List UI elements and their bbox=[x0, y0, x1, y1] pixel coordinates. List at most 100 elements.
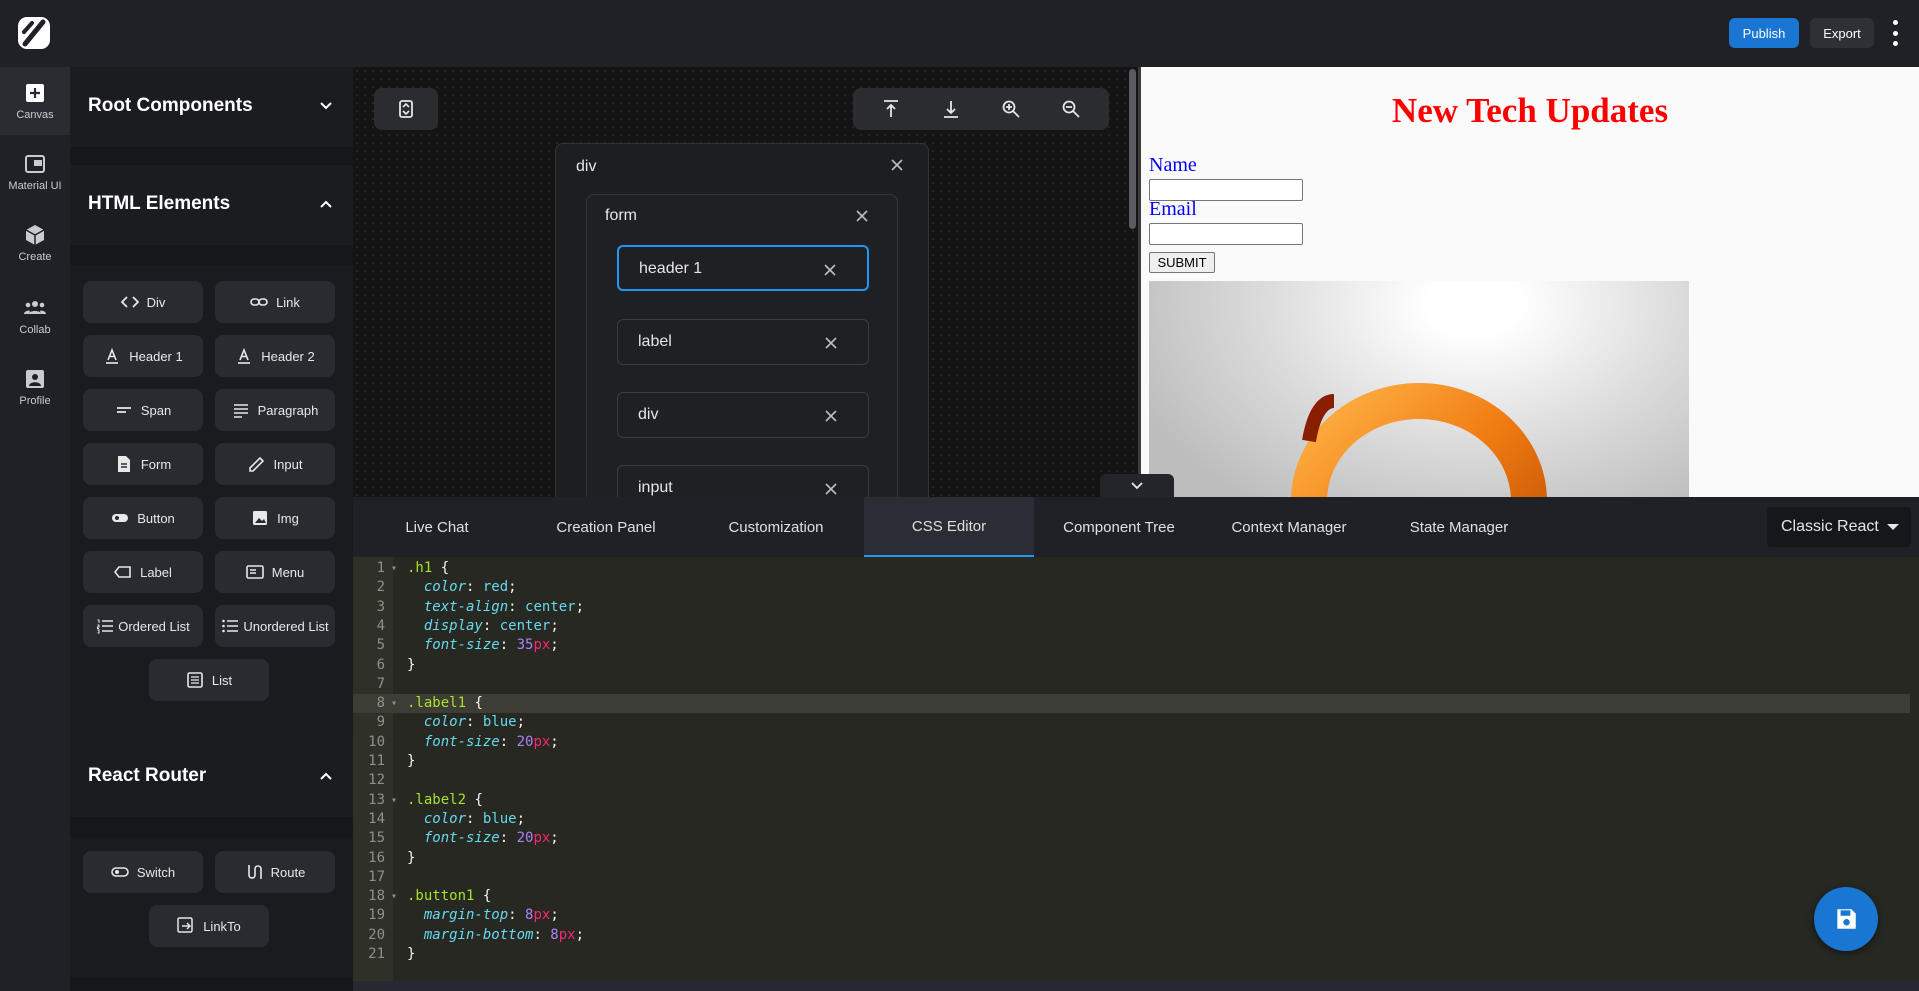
root-components-header[interactable]: Root Components bbox=[70, 67, 353, 147]
code-line[interactable]: 4 display: center; bbox=[353, 617, 1910, 636]
close-icon[interactable] bbox=[855, 209, 869, 223]
publish-button[interactable]: Publish bbox=[1729, 18, 1799, 48]
add-box-icon bbox=[26, 84, 44, 102]
unordered-list-icon bbox=[222, 619, 239, 633]
code-line[interactable]: 2 color: red; bbox=[353, 578, 1910, 597]
chevron-up-icon[interactable] bbox=[319, 197, 333, 211]
rail-item-material-ui[interactable]: Material UI bbox=[0, 138, 70, 206]
code-line[interactable]: 17 bbox=[353, 868, 1910, 887]
component-img-button[interactable]: Img bbox=[215, 497, 335, 539]
fold-toggle-icon[interactable]: ▾ bbox=[391, 559, 397, 578]
code-line[interactable]: 13 ▾ .label2 { bbox=[353, 791, 1910, 810]
tab-state-manager[interactable]: State Manager bbox=[1374, 497, 1544, 557]
rail-item-collab[interactable]: Collab bbox=[0, 282, 70, 350]
export-button[interactable]: Export bbox=[1810, 18, 1874, 48]
component-link-button[interactable]: Link bbox=[215, 281, 335, 323]
component-linkto-button[interactable]: LinkTo bbox=[149, 905, 269, 947]
component-menu-button[interactable]: Menu bbox=[215, 551, 335, 593]
code-line[interactable]: 21} bbox=[353, 945, 1910, 964]
component-header2-button[interactable]: Header 2 bbox=[215, 335, 335, 377]
canvas-area[interactable]: div form header 1 label div input bbox=[353, 67, 1138, 497]
code-line[interactable]: 1 ▾ .h1 { bbox=[353, 559, 1910, 578]
component-list-button[interactable]: List bbox=[149, 659, 269, 701]
css-code-editor[interactable]: 1 ▾ .h1 {2 color: red; 3 text-align: center… bbox=[353, 557, 1919, 981]
close-icon[interactable] bbox=[824, 409, 838, 423]
code-line[interactable]: 16} bbox=[353, 849, 1910, 868]
component-span-button[interactable]: Span bbox=[83, 389, 203, 431]
chevron-down-icon[interactable] bbox=[319, 99, 333, 113]
close-icon[interactable] bbox=[890, 158, 904, 172]
fold-toggle-icon[interactable]: ▾ bbox=[391, 887, 397, 906]
slash-logo-icon[interactable] bbox=[15, 14, 53, 52]
component-button-button[interactable]: Button bbox=[83, 497, 203, 539]
code-line[interactable]: 14 color: blue; bbox=[353, 810, 1910, 829]
fold-toggle-icon[interactable]: ▾ bbox=[391, 791, 397, 810]
align-top-icon[interactable] bbox=[880, 98, 902, 120]
zoom-in-icon[interactable] bbox=[1000, 98, 1022, 120]
component-form-button[interactable]: Form bbox=[83, 443, 203, 485]
chevron-up-icon[interactable] bbox=[319, 769, 333, 783]
component-label: Route bbox=[270, 864, 306, 880]
tab-live-chat[interactable]: Live Chat bbox=[353, 497, 521, 557]
code-text: } bbox=[407, 946, 416, 962]
code-text: text-align: center; bbox=[423, 598, 585, 615]
component-div-button[interactable]: Div bbox=[83, 281, 203, 323]
text-format-icon bbox=[238, 347, 251, 364]
code-line[interactable]: 19 margin-top: 8px; bbox=[353, 906, 1910, 925]
component-unordered-list-button[interactable]: Unordered List bbox=[215, 605, 335, 647]
code-line[interactable]: 8 ▾ .label1 { bbox=[353, 694, 1910, 714]
canvas-orientation-toggle[interactable] bbox=[374, 88, 438, 130]
tab-customization[interactable]: Customization bbox=[691, 497, 861, 557]
tab-context-manager[interactable]: Context Manager bbox=[1204, 497, 1374, 557]
close-icon[interactable] bbox=[823, 263, 837, 277]
close-icon[interactable] bbox=[824, 336, 838, 350]
code-line[interactable]: 12 bbox=[353, 771, 1910, 790]
tab-component-tree[interactable]: Component Tree bbox=[1034, 497, 1204, 557]
component-header1-button[interactable]: Header 1 bbox=[83, 335, 203, 377]
tab-creation-panel[interactable]: Creation Panel bbox=[521, 497, 691, 557]
collapse-panel-handle[interactable] bbox=[1100, 474, 1174, 498]
component-input-button[interactable]: Input bbox=[215, 443, 335, 485]
tree-node-header1[interactable]: header 1 bbox=[617, 245, 869, 291]
component-route-button[interactable]: Route bbox=[215, 851, 335, 893]
tree-node-input[interactable]: input bbox=[617, 465, 869, 497]
save-button[interactable] bbox=[1814, 887, 1878, 951]
code-line[interactable]: 7 bbox=[353, 675, 1910, 694]
code-line[interactable]: 3 text-align: center; bbox=[353, 598, 1910, 617]
react-router-header[interactable]: React Router bbox=[70, 737, 353, 817]
close-icon[interactable] bbox=[824, 482, 838, 496]
framework-select[interactable]: Classic React bbox=[1767, 507, 1911, 547]
code-line[interactable]: 11} bbox=[353, 752, 1910, 771]
description-icon bbox=[117, 456, 130, 472]
code-line[interactable]: 10 font-size: 20px; bbox=[353, 733, 1910, 752]
preview-email-input[interactable] bbox=[1149, 223, 1303, 245]
code-line[interactable]: 20 margin-bottom: 8px; bbox=[353, 926, 1910, 945]
fold-toggle-icon[interactable]: ▾ bbox=[391, 694, 397, 713]
code-line[interactable]: 15 font-size: 20px; bbox=[353, 829, 1910, 848]
code-line[interactable]: 5 font-size: 35px; bbox=[353, 636, 1910, 655]
kebab-menu-icon[interactable] bbox=[1888, 20, 1902, 46]
rail-item-profile[interactable]: Profile bbox=[0, 353, 70, 421]
align-bottom-icon[interactable] bbox=[940, 98, 962, 120]
line-number: 13 bbox=[368, 791, 385, 808]
canvas-scrollbar[interactable] bbox=[1129, 69, 1136, 229]
tab-css-editor[interactable]: CSS Editor bbox=[864, 497, 1034, 557]
html-elements-header[interactable]: HTML Elements bbox=[70, 165, 353, 245]
code-line[interactable]: 18 ▾ .button1 { bbox=[353, 887, 1910, 906]
rail-item-create[interactable]: Create bbox=[0, 209, 70, 277]
line-number: 21 bbox=[368, 946, 385, 962]
code-line[interactable]: 6} bbox=[353, 656, 1910, 675]
preview-submit-button[interactable]: SUBMIT bbox=[1149, 252, 1215, 273]
tree-node-label[interactable]: label bbox=[617, 319, 869, 365]
tree-node-form[interactable]: form header 1 label div input bbox=[586, 194, 898, 497]
tree-node-div-child[interactable]: div bbox=[617, 392, 869, 438]
rail-item-canvas[interactable]: Canvas bbox=[0, 67, 70, 135]
component-paragraph-button[interactable]: Paragraph bbox=[215, 389, 335, 431]
code-line[interactable]: 9 color: blue; bbox=[353, 713, 1910, 732]
tree-node-div[interactable]: div form header 1 label div input bbox=[555, 143, 929, 497]
component-switch-button[interactable]: Switch bbox=[83, 851, 203, 893]
component-label-button[interactable]: Label bbox=[83, 551, 203, 593]
component-ordered-list-button[interactable]: Ordered List bbox=[83, 605, 203, 647]
code-text: .label2 { bbox=[407, 791, 483, 808]
zoom-out-icon[interactable] bbox=[1060, 98, 1082, 120]
